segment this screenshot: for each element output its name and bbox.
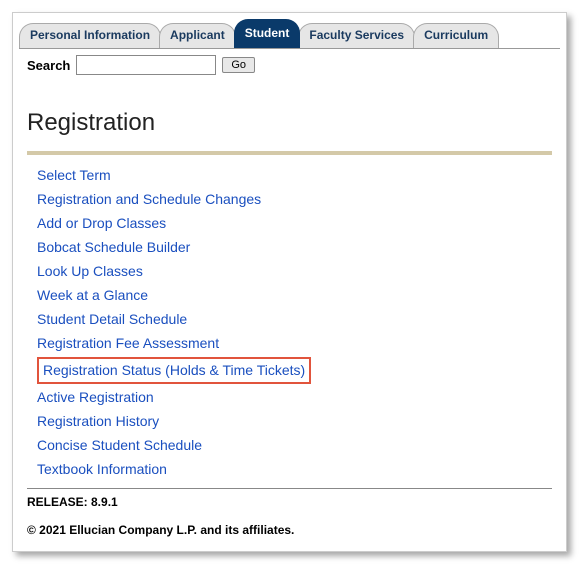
release-label: RELEASE: 8.9.1 [13,495,566,509]
content-area: Registration Select Term Registration an… [13,83,566,489]
tab-bar: Personal Information Applicant Student F… [13,13,566,48]
search-label: Search [27,58,70,73]
link-select-term[interactable]: Select Term [37,167,111,183]
link-registration-schedule-changes[interactable]: Registration and Schedule Changes [37,191,261,207]
link-registration-status[interactable]: Registration Status (Holds & Time Ticket… [37,357,311,384]
list-item: Look Up Classes [37,261,552,282]
search-row: Search Go [13,49,566,83]
tab-curriculum[interactable]: Curriculum [413,23,499,48]
link-bobcat-schedule-builder[interactable]: Bobcat Schedule Builder [37,239,190,255]
link-active-registration[interactable]: Active Registration [37,389,154,405]
tab-applicant[interactable]: Applicant [159,23,236,48]
list-item: Textbook Information [37,459,552,480]
link-registration-history[interactable]: Registration History [37,413,159,429]
list-item: Add or Drop Classes [37,213,552,234]
thin-divider [27,488,552,489]
link-list: Select Term Registration and Schedule Ch… [27,165,552,480]
page-container: Personal Information Applicant Student F… [12,12,567,552]
list-item: Week at a Glance [37,285,552,306]
list-item: Registration History [37,411,552,432]
link-week-at-a-glance[interactable]: Week at a Glance [37,287,148,303]
link-add-drop-classes[interactable]: Add or Drop Classes [37,215,166,231]
go-button[interactable]: Go [222,57,255,73]
link-student-detail-schedule[interactable]: Student Detail Schedule [37,311,187,327]
list-item: Concise Student Schedule [37,435,552,456]
list-item: Select Term [37,165,552,186]
list-item: Bobcat Schedule Builder [37,237,552,258]
copyright-label: © 2021 Ellucian Company L.P. and its aff… [13,523,566,537]
list-item: Student Detail Schedule [37,309,552,330]
link-textbook-information[interactable]: Textbook Information [37,461,167,477]
list-item: Registration Fee Assessment [37,333,552,354]
section-divider [27,151,552,155]
page-title: Registration [27,109,552,137]
list-item: Registration Status (Holds & Time Ticket… [37,357,552,384]
link-concise-student-schedule[interactable]: Concise Student Schedule [37,437,202,453]
tab-student[interactable]: Student [234,19,301,48]
search-input[interactable] [76,55,216,75]
link-registration-fee-assessment[interactable]: Registration Fee Assessment [37,335,219,351]
list-item: Active Registration [37,387,552,408]
tab-personal-information[interactable]: Personal Information [19,23,161,48]
list-item: Registration and Schedule Changes [37,189,552,210]
link-look-up-classes[interactable]: Look Up Classes [37,263,143,279]
tab-faculty-services[interactable]: Faculty Services [298,23,415,48]
